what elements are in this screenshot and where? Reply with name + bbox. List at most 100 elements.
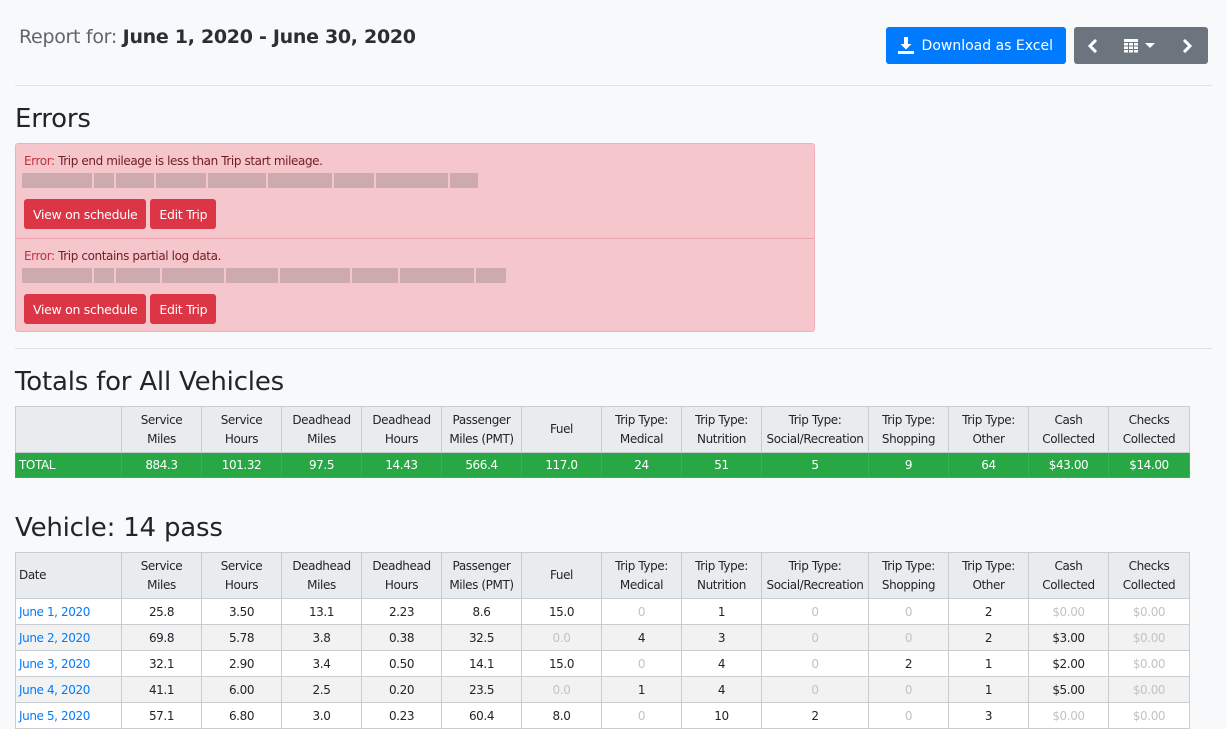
table-cell: 4 <box>681 676 762 703</box>
table-cell: 0.38 <box>361 624 442 651</box>
column-header: Trip Type: Other <box>948 406 1029 453</box>
date-link[interactable]: June 5, 2020 <box>19 709 90 723</box>
table-cell: 32.5 <box>441 624 522 651</box>
table-cell: 3 <box>681 624 762 651</box>
date-link[interactable]: June 3, 2020 <box>19 657 90 671</box>
column-header: Checks Collected <box>1108 552 1190 599</box>
date-cell: June 3, 2020 <box>15 650 122 677</box>
column-header: Checks Collected <box>1108 406 1190 453</box>
table-cell: 2 <box>948 598 1029 625</box>
table-cell: 0 <box>868 702 949 729</box>
table-cell: 1 <box>681 598 762 625</box>
errors-title: Errors <box>15 104 91 134</box>
table-cell: 60.4 <box>441 702 522 729</box>
date-link[interactable]: June 2, 2020 <box>19 631 90 645</box>
view-on-schedule-button[interactable]: View on schedule <box>24 294 147 324</box>
report-header: Report for: June 1, 2020 - June 30, 2020 <box>19 26 416 48</box>
table-cell: 69.8 <box>121 624 202 651</box>
error-item: Error: Trip end mileage is less than Tri… <box>16 144 814 238</box>
table-cell: 9 <box>868 452 949 478</box>
totals-table: Service Miles Service Hours Deadhead Miles … <box>15 406 1190 478</box>
table-cell: 6.80 <box>201 702 282 729</box>
redacted-trip-details <box>22 173 478 188</box>
previous-period-button[interactable] <box>1074 27 1112 64</box>
table-cell: $0.00 <box>1108 676 1190 703</box>
table-cell: 14.1 <box>441 650 522 677</box>
calendar-dropdown-button[interactable] <box>1112 27 1166 64</box>
column-header: Trip Type: Other <box>948 552 1029 599</box>
table-cell: 566.4 <box>441 452 522 478</box>
column-header: Service Hours <box>201 406 282 453</box>
download-excel-button[interactable]: Download as Excel <box>885 27 1066 64</box>
column-header-date: Date <box>15 552 122 599</box>
column-header: Trip Type: Shopping <box>868 406 949 453</box>
table-cell: $3.00 <box>1028 624 1109 651</box>
table-row: June 3, 2020 32.1 2.90 3.4 0.50 14.1 15.0 0 4 0 2 1… <box>15 650 1190 677</box>
table-cell: 8.6 <box>441 598 522 625</box>
table-cell: 1 <box>948 676 1029 703</box>
table-cell: $0.00 <box>1108 650 1190 677</box>
next-period-button[interactable] <box>1166 27 1208 64</box>
table-cell: 117.0 <box>521 452 602 478</box>
date-cell: June 2, 2020 <box>15 624 122 651</box>
table-cell: 2 <box>868 650 949 677</box>
edit-trip-button[interactable]: Edit Trip <box>150 294 217 324</box>
table-cell: $0.00 <box>1108 624 1190 651</box>
table-row: June 2, 2020 69.8 5.78 3.8 0.38 32.5 0.0 4 3 0 0 2 $… <box>15 624 1190 651</box>
table-cell: 0.0 <box>521 624 602 651</box>
date-cell: June 1, 2020 <box>15 598 122 625</box>
error-label: Error: <box>24 154 55 168</box>
divider <box>15 348 1212 349</box>
table-cell: 14.43 <box>361 452 442 478</box>
column-header <box>15 406 122 453</box>
caret-left-icon <box>1088 38 1098 53</box>
table-cell: 97.5 <box>281 452 362 478</box>
error-item: Error: Trip contains partial log data. V… <box>16 238 814 332</box>
table-cell: 51 <box>681 452 762 478</box>
column-header: Service Miles <box>121 552 202 599</box>
table-cell: 10 <box>681 702 762 729</box>
date-cell: June 5, 2020 <box>15 702 122 729</box>
table-cell: 0 <box>868 676 949 703</box>
calendar-icon <box>1123 38 1138 52</box>
edit-trip-button[interactable]: Edit Trip <box>150 199 217 229</box>
column-header: Deadhead Miles <box>281 406 362 453</box>
column-header: Passenger Miles (PMT) <box>441 552 522 599</box>
table-cell: 3.0 <box>281 702 362 729</box>
report-actions: Download as Excel <box>885 27 1208 64</box>
column-header: Fuel <box>521 552 602 599</box>
table-cell: 15.0 <box>521 650 602 677</box>
column-header: Deadhead Hours <box>361 406 442 453</box>
date-link[interactable]: June 1, 2020 <box>19 605 90 619</box>
redacted-trip-details <box>22 268 506 283</box>
date-link[interactable]: June 4, 2020 <box>19 683 90 697</box>
table-cell: 3.50 <box>201 598 282 625</box>
column-header: Trip Type: Social/Recreation <box>761 552 869 599</box>
table-cell: 0 <box>868 598 949 625</box>
error-message: Trip end mileage is less than Trip start… <box>58 154 323 168</box>
table-cell: 0.23 <box>361 702 442 729</box>
table-cell: $43.00 <box>1028 452 1109 478</box>
date-cell: June 4, 2020 <box>15 676 122 703</box>
table-cell: 0 <box>761 676 869 703</box>
download-icon <box>897 37 914 54</box>
table-cell: 57.1 <box>121 702 202 729</box>
table-cell: 2 <box>761 702 869 729</box>
table-cell: 2.5 <box>281 676 362 703</box>
chevron-down-icon <box>1144 42 1155 48</box>
table-cell: 101.32 <box>201 452 282 478</box>
totals-row-label: TOTAL <box>15 452 122 478</box>
table-cell: 2 <box>948 624 1029 651</box>
table-cell: $14.00 <box>1108 452 1190 478</box>
table-cell: $5.00 <box>1028 676 1109 703</box>
table-row: June 1, 2020 25.8 3.50 13.1 2.23 8.6 15.0 0 1 0 0 2… <box>15 598 1190 625</box>
error-label: Error: <box>24 249 55 263</box>
column-header: Trip Type: Medical <box>601 406 682 453</box>
view-on-schedule-button[interactable]: View on schedule <box>24 199 147 229</box>
table-row: June 5, 2020 57.1 6.80 3.0 0.23 60.4 8.0 0 10 2 0 3… <box>15 702 1190 729</box>
table-cell: 0 <box>761 598 869 625</box>
column-header: Service Hours <box>201 552 282 599</box>
table-header-row: Date Service Miles Service Hours Deadhead M… <box>15 552 1190 599</box>
table-cell: 15.0 <box>521 598 602 625</box>
table-cell: 64 <box>948 452 1029 478</box>
